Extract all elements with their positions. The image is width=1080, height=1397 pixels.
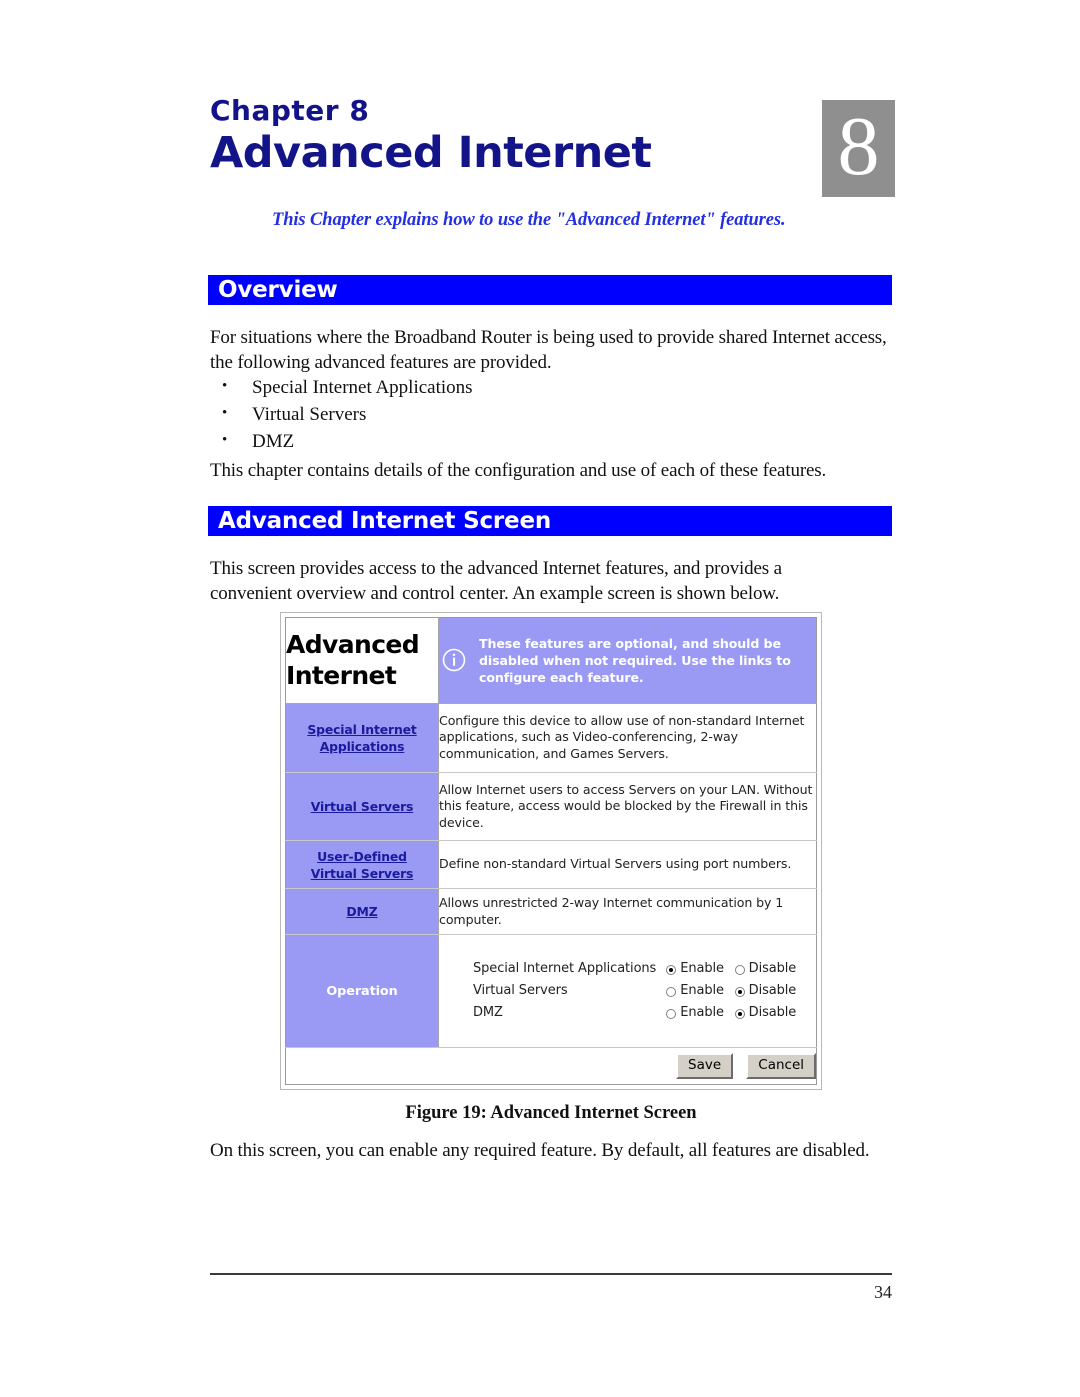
figure-caption: Figure 19: Advanced Internet Screen <box>405 1103 697 1123</box>
list-item: Special Internet Applications <box>210 373 850 401</box>
section-heading-overview: Overview <box>208 275 892 305</box>
ui-desc-user-defined-virtual-servers: Define non-standard Virtual Servers usin… <box>438 840 817 889</box>
chapter-number-badge: 8 <box>822 100 895 197</box>
radio-label-enable-vs: Enable <box>680 983 724 999</box>
link-user-defined-virtual-servers-line2[interactable]: Virtual Servers <box>286 865 438 882</box>
overview-closing-paragraph: This chapter contains details of the con… <box>210 460 827 481</box>
operation-label-virtual-servers: Virtual Servers <box>473 983 568 999</box>
link-special-internet-applications-line2[interactable]: Applications <box>286 738 438 755</box>
operation-row-special-internet-applications: Special Internet Applications Enable Dis… <box>473 958 806 980</box>
radio-label-disable-vs: Disable <box>748 983 797 999</box>
radio-label-enable-sia: Enable <box>680 961 724 977</box>
figure-advanced-internet-screen: Advanced Internet These features are opt… <box>280 612 822 1090</box>
radio-disable-dmz[interactable]: Disable <box>734 1002 806 1024</box>
advanced-internet-screen-paragraph: This screen provides access to the advan… <box>210 558 782 604</box>
document-page: Chapter 8 Advanced Internet 8 This Chapt… <box>0 0 1080 1397</box>
advanced-internet-ui-table: Advanced Internet These features are opt… <box>285 617 817 1085</box>
ui-title-line2: Internet <box>286 661 397 691</box>
radio-label-disable-dmz: Disable <box>748 1005 797 1021</box>
ui-link-cell-virtual-servers[interactable]: Virtual Servers <box>285 772 439 842</box>
link-special-internet-applications-line1[interactable]: Special Internet <box>286 721 438 738</box>
chapter-intro-text: This Chapter explains how to use the "Ad… <box>272 210 786 230</box>
radio-dot-disable-special-internet-applications[interactable] <box>734 964 745 975</box>
ui-row-buttons: Save Cancel <box>285 1047 817 1085</box>
radio-dot-disable-virtual-servers[interactable] <box>734 986 745 997</box>
cancel-button[interactable]: Cancel <box>746 1053 816 1080</box>
radio-enable-special-internet-applications[interactable]: Enable <box>666 958 734 980</box>
info-circle-icon <box>441 647 467 673</box>
ui-row-user-defined-virtual-servers: User-Defined Virtual Servers Define non-… <box>285 840 817 889</box>
radio-dot-disable-dmz[interactable] <box>734 1008 745 1019</box>
list-item: DMZ <box>210 427 850 455</box>
radio-label-enable-dmz: Enable <box>680 1005 724 1021</box>
radio-dot-enable-virtual-servers[interactable] <box>666 986 677 997</box>
ui-title-line1: Advanced <box>286 630 420 660</box>
save-button[interactable]: Save <box>676 1053 734 1080</box>
operation-row-dmz: DMZ Enable Disable <box>473 1002 806 1024</box>
radio-enable-dmz[interactable]: Enable <box>666 1002 734 1024</box>
link-user-defined-virtual-servers-line1[interactable]: User-Defined <box>286 848 438 865</box>
operation-label-dmz: DMZ <box>473 1005 503 1021</box>
ui-info-banner: These features are optional, and should … <box>438 617 817 704</box>
ui-info-banner-text: These features are optional, and should … <box>479 635 791 685</box>
ui-link-cell-user-defined-virtual-servers[interactable]: User-Defined Virtual Servers <box>285 840 439 889</box>
radio-dot-enable-special-internet-applications[interactable] <box>666 964 677 975</box>
section-heading-advanced-internet-screen: Advanced Internet Screen <box>208 506 892 536</box>
footer-divider <box>210 1273 892 1275</box>
ui-desc-virtual-servers: Allow Internet users to access Servers o… <box>438 772 817 842</box>
radio-disable-virtual-servers[interactable]: Disable <box>734 980 806 1002</box>
operation-label-special-internet-applications: Special Internet Applications <box>473 961 657 977</box>
ui-operation-label: Operation <box>326 983 398 999</box>
ui-row-operation: Operation Special Internet Applications … <box>285 934 817 1049</box>
link-virtual-servers[interactable]: Virtual Servers <box>286 798 438 815</box>
page-number: 34 <box>874 1282 892 1302</box>
ui-desc-dmz: Allows unrestricted 2-way Internet commu… <box>438 888 817 936</box>
ui-title-cell: Advanced Internet <box>285 617 439 704</box>
ui-row-virtual-servers: Virtual Servers Allow Internet users to … <box>285 772 817 842</box>
closing-paragraph: On this screen, you can enable any requi… <box>210 1140 870 1161</box>
ui-header-row: Advanced Internet These features are opt… <box>285 617 817 704</box>
radio-dot-enable-dmz[interactable] <box>666 1008 677 1019</box>
ui-row-dmz: DMZ Allows unrestricted 2-way Internet c… <box>285 888 817 936</box>
ui-button-bar: Save Cancel <box>285 1047 817 1085</box>
page-title: Advanced Internet <box>210 128 652 179</box>
ui-link-cell-special-internet-applications[interactable]: Special Internet Applications <box>285 703 439 773</box>
ui-row-special-internet-applications: Special Internet Applications Configure … <box>285 703 817 773</box>
operation-row-virtual-servers: Virtual Servers Enable Disable <box>473 980 806 1002</box>
ui-desc-special-internet-applications: Configure this device to allow use of no… <box>438 703 817 773</box>
radio-disable-special-internet-applications[interactable]: Disable <box>734 958 806 980</box>
chapter-header: Chapter 8 Advanced Internet <box>210 96 810 178</box>
radio-enable-virtual-servers[interactable]: Enable <box>666 980 734 1002</box>
radio-label-disable-sia: Disable <box>748 961 797 977</box>
chapter-label: Chapter 8 <box>210 94 370 127</box>
ui-operation-controls: Special Internet Applications Enable Dis… <box>438 934 817 1049</box>
link-dmz[interactable]: DMZ <box>286 903 438 920</box>
overview-feature-list: Special Internet Applications Virtual Se… <box>210 373 850 455</box>
ui-link-cell-dmz[interactable]: DMZ <box>285 888 439 936</box>
overview-paragraph: For situations where the Broadband Route… <box>210 327 887 373</box>
list-item: Virtual Servers <box>210 400 850 428</box>
ui-operation-label-cell: Operation <box>285 934 439 1049</box>
